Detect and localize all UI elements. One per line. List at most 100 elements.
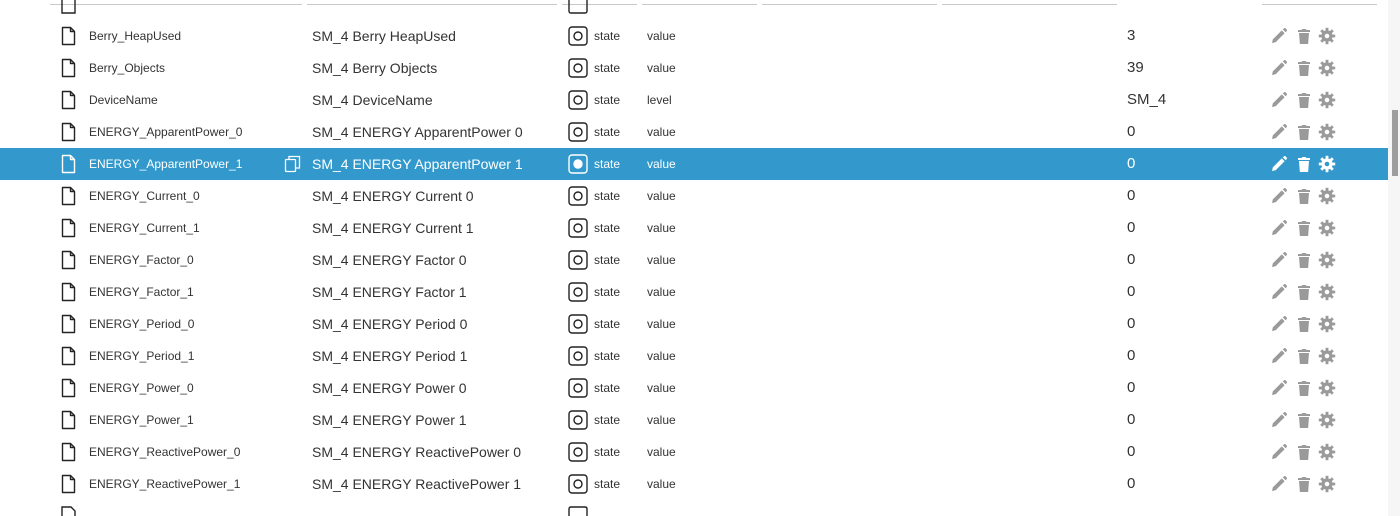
object-value[interactable]: 0 xyxy=(1127,404,1247,436)
pencil-icon[interactable] xyxy=(1270,155,1288,173)
table-row[interactable]: Berry_Objects SM_4 Berry Objects state v… xyxy=(0,52,1388,84)
trash-icon[interactable] xyxy=(1295,91,1313,109)
object-value[interactable]: 0 xyxy=(1127,372,1247,404)
gear-icon[interactable] xyxy=(1318,283,1336,301)
object-value[interactable]: 0 xyxy=(1127,468,1247,500)
table-row[interactable]: ENERGY_ReactivePower_0 SM_4 ENERGY React… xyxy=(0,436,1388,468)
object-value[interactable]: 3 xyxy=(1127,20,1247,52)
trash-icon[interactable] xyxy=(1295,187,1313,205)
pencil-icon[interactable] xyxy=(1270,187,1288,205)
table-row[interactable]: ENERGY_Current_0 SM_4 ENERGY Current 0 s… xyxy=(0,180,1388,212)
object-name: SM_4 DeviceName xyxy=(312,92,433,108)
gear-icon[interactable] xyxy=(1318,91,1336,109)
table-row[interactable]: ENERGY_ApparentPower_1 SM_4 ENERGY Appar… xyxy=(0,148,1388,180)
object-type: state xyxy=(594,221,621,235)
pencil-icon[interactable] xyxy=(1270,251,1288,269)
pencil-icon[interactable] xyxy=(1270,59,1288,77)
pencil-icon[interactable] xyxy=(1270,379,1288,397)
copy-icon[interactable] xyxy=(284,155,302,173)
gear-icon[interactable] xyxy=(1318,27,1336,45)
gear-icon[interactable] xyxy=(1318,123,1336,141)
gear-icon[interactable] xyxy=(1318,59,1336,77)
object-id: ENERGY_Power_0 xyxy=(89,381,194,395)
object-value[interactable]: 0 xyxy=(1127,244,1247,276)
object-role: value xyxy=(647,189,676,203)
gear-icon[interactable] xyxy=(1318,379,1336,397)
gear-icon[interactable] xyxy=(1318,155,1336,173)
pencil-icon[interactable] xyxy=(1270,283,1288,301)
object-value[interactable]: SM_4 xyxy=(1127,84,1247,116)
object-value[interactable]: 0 xyxy=(1127,116,1247,148)
table-row[interactable]: ENERGY_Current_1 SM_4 ENERGY Current 1 s… xyxy=(0,212,1388,244)
pencil-icon[interactable] xyxy=(1270,219,1288,237)
pencil-icon[interactable] xyxy=(1270,411,1288,429)
pencil-icon[interactable] xyxy=(1270,123,1288,141)
pencil-icon[interactable] xyxy=(1270,27,1288,45)
table-row[interactable]: ENERGY_Factor_0 SM_4 ENERGY Factor 0 sta… xyxy=(0,244,1388,276)
object-name: SM_4 ENERGY Power 1 xyxy=(312,412,467,428)
object-id: ENERGY_Factor_1 xyxy=(89,285,194,299)
table-body: Berry_HeapUsed SM_4 Berry HeapUsed state… xyxy=(0,20,1388,500)
object-value[interactable]: 0 xyxy=(1127,212,1247,244)
table-row-partial-bottom[interactable] xyxy=(0,500,1388,516)
gear-icon[interactable] xyxy=(1318,475,1336,493)
trash-icon[interactable] xyxy=(1295,219,1313,237)
trash-icon[interactable] xyxy=(1295,155,1313,173)
trash-icon[interactable] xyxy=(1295,379,1313,397)
gear-icon[interactable] xyxy=(1318,187,1336,205)
object-role: value xyxy=(647,253,676,267)
trash-icon[interactable] xyxy=(1295,411,1313,429)
object-role: value xyxy=(647,381,676,395)
object-id: ENERGY_Current_0 xyxy=(89,189,200,203)
gear-icon[interactable] xyxy=(1318,251,1336,269)
pencil-icon[interactable] xyxy=(1270,475,1288,493)
object-name: SM_4 ENERGY Period 0 xyxy=(312,316,468,332)
object-type: state xyxy=(594,413,621,427)
vertical-scrollbar[interactable] xyxy=(1388,0,1400,516)
table-row[interactable]: ENERGY_Period_1 SM_4 ENERGY Period 1 sta… xyxy=(0,340,1388,372)
trash-icon[interactable] xyxy=(1295,59,1313,77)
trash-icon[interactable] xyxy=(1295,123,1313,141)
table-row[interactable]: ENERGY_ApparentPower_0 SM_4 ENERGY Appar… xyxy=(0,116,1388,148)
scrollbar-thumb[interactable] xyxy=(1392,110,1398,176)
object-role: value xyxy=(647,413,676,427)
object-value[interactable]: 0 xyxy=(1127,436,1247,468)
pencil-icon[interactable] xyxy=(1270,347,1288,365)
object-value[interactable]: 0 xyxy=(1127,180,1247,212)
table-row[interactable]: ENERGY_Factor_1 SM_4 ENERGY Factor 1 sta… xyxy=(0,276,1388,308)
object-value[interactable]: 0 xyxy=(1127,276,1247,308)
object-type: state xyxy=(594,29,621,43)
trash-icon[interactable] xyxy=(1295,283,1313,301)
object-value[interactable]: 0 xyxy=(1127,340,1247,372)
object-name: SM_4 ENERGY ApparentPower 0 xyxy=(312,124,523,140)
table-row[interactable]: Berry_HeapUsed SM_4 Berry HeapUsed state… xyxy=(0,20,1388,52)
trash-icon[interactable] xyxy=(1295,347,1313,365)
gear-icon[interactable] xyxy=(1318,315,1336,333)
object-role: value xyxy=(647,317,676,331)
table-row-partial-top[interactable] xyxy=(0,0,1388,20)
table-row[interactable]: ENERGY_Power_0 SM_4 ENERGY Power 0 state… xyxy=(0,372,1388,404)
trash-icon[interactable] xyxy=(1295,251,1313,269)
object-value[interactable]: 0 xyxy=(1127,148,1247,180)
table-row[interactable]: ENERGY_Power_1 SM_4 ENERGY Power 1 state… xyxy=(0,404,1388,436)
gear-icon[interactable] xyxy=(1318,347,1336,365)
file-icon xyxy=(61,26,76,46)
table-row[interactable]: ENERGY_ReactivePower_1 SM_4 ENERGY React… xyxy=(0,468,1388,500)
gear-icon[interactable] xyxy=(1318,219,1336,237)
pencil-icon[interactable] xyxy=(1270,315,1288,333)
state-icon xyxy=(568,154,588,174)
trash-icon[interactable] xyxy=(1295,475,1313,493)
trash-icon[interactable] xyxy=(1295,315,1313,333)
pencil-icon[interactable] xyxy=(1270,91,1288,109)
pencil-icon[interactable] xyxy=(1270,443,1288,461)
table-row[interactable]: DeviceName SM_4 DeviceName state level S… xyxy=(0,84,1388,116)
trash-icon[interactable] xyxy=(1295,443,1313,461)
object-value[interactable]: 39 xyxy=(1127,52,1247,84)
gear-icon[interactable] xyxy=(1318,443,1336,461)
trash-icon[interactable] xyxy=(1295,27,1313,45)
table-row[interactable]: ENERGY_Period_0 SM_4 ENERGY Period 0 sta… xyxy=(0,308,1388,340)
file-icon xyxy=(61,186,76,206)
object-value[interactable]: 0 xyxy=(1127,308,1247,340)
object-type: state xyxy=(594,253,621,267)
gear-icon[interactable] xyxy=(1318,411,1336,429)
